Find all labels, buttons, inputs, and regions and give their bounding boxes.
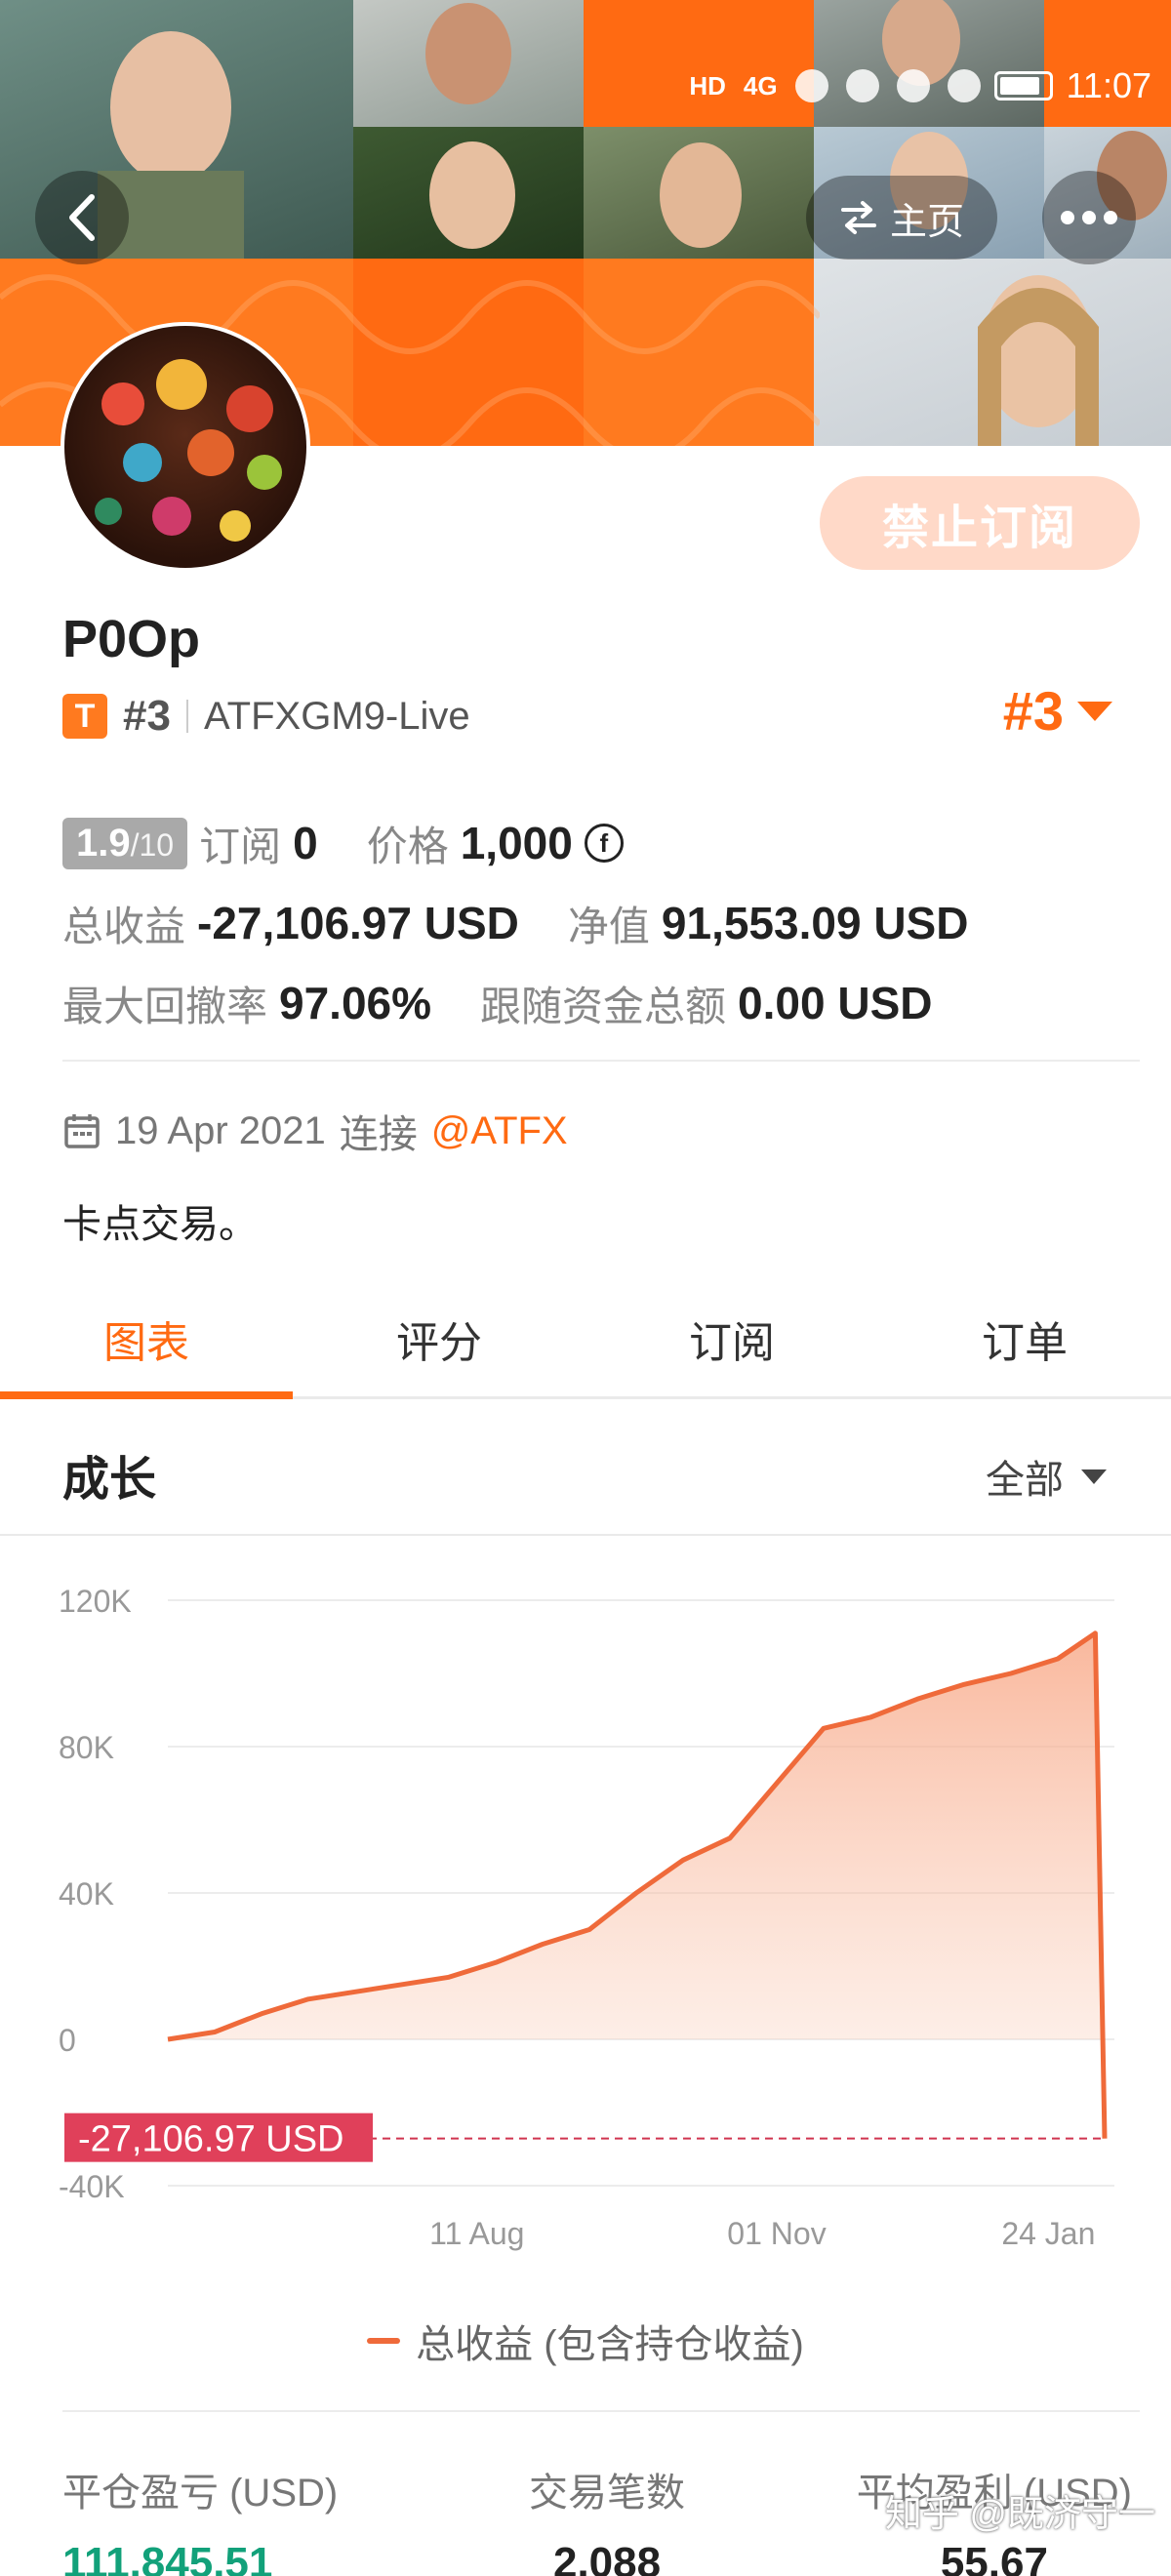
equity-label: 净值: [567, 903, 650, 949]
max-drawdown-value: 97.06%: [279, 978, 432, 1028]
x-tick-label: 01 Nov: [727, 2216, 826, 2251]
notification-icon: [794, 69, 828, 102]
rank-label: #3: [123, 692, 171, 740]
network-indicator: 4G: [743, 70, 778, 101]
more-dot: [1104, 211, 1117, 224]
growth-chart[interactable]: 120K 80K 40K 0 -40K 11 Aug 01 Nov 24 Jan -27,1…: [0, 1561, 1171, 2264]
calendar-icon: [64, 1114, 100, 1148]
range-select[interactable]: 全部: [986, 1448, 1107, 1505]
follow-funds-label: 跟随资金总额: [480, 983, 727, 1029]
banner-photo-8: [814, 259, 1171, 446]
current-value-label: -27,106.97 USD: [78, 2119, 344, 2160]
caret-down-icon: [1077, 701, 1112, 721]
closed-pl-label: 平仓盈亏 (USD): [62, 2472, 339, 2515]
y-tick-label: 120K: [59, 1584, 132, 1619]
rank-value: #3: [1002, 680, 1064, 742]
y-tick-label: 0: [59, 2023, 76, 2058]
divider: [62, 1060, 1140, 1062]
trader-name: P0Op: [62, 610, 201, 668]
trader-bio: 卡点交易。: [62, 1203, 258, 1246]
divider: [185, 700, 188, 733]
home-button-label: 主页: [889, 201, 964, 243]
hd-indicator: HD: [689, 70, 726, 101]
server-name: ATFXGM9-Live: [203, 694, 470, 738]
legend-label: 总收益 (包含持仓收益): [416, 2323, 804, 2366]
notification-icon: [845, 69, 879, 102]
max-drawdown-label: 最大回撤率: [62, 983, 268, 1029]
watermark: 知乎 @既济守一: [884, 2494, 1155, 2535]
tab-subscriptions[interactable]: 订阅: [586, 1280, 878, 1396]
series-area: [168, 1632, 1105, 2139]
join-date: 19 Apr 2021: [115, 1108, 326, 1152]
banner-photo-4: [353, 127, 584, 259]
closed-pl-stat: 平仓盈亏 (USD) 111,845.51: [62, 2461, 338, 2576]
stats-row: 总收益 -27,106.97 USD 净值 91,553.09 USD: [62, 892, 1132, 954]
follow-funds-value: 0.00 USD: [738, 978, 933, 1028]
chevron-left-icon: [69, 194, 95, 241]
disable-subscription-button[interactable]: 禁止订阅: [820, 476, 1140, 570]
stats-row: 最大回撤率 97.06% 跟随资金总额 0.00 USD: [62, 972, 1132, 1034]
subscriptions-value: 0: [293, 818, 318, 868]
y-tick-label: 80K: [59, 1730, 114, 1765]
y-tick-label: 40K: [59, 1876, 114, 1912]
equity-value: 91,553.09 USD: [661, 898, 969, 948]
switch-icon: [840, 201, 876, 234]
section-title: 成长: [62, 1454, 157, 1506]
broker-link[interactable]: @ATFX: [431, 1109, 568, 1153]
notification-icon: [896, 69, 930, 102]
total-profit-value: -27,106.97 USD: [197, 898, 519, 948]
chart-legend[interactable]: 总收益 (包含持仓收益): [0, 2313, 1171, 2369]
home-button[interactable]: 主页: [806, 176, 997, 260]
more-dot: [1082, 211, 1096, 224]
total-profit-label: 总收益: [62, 903, 186, 949]
back-button[interactable]: [35, 171, 129, 264]
closed-pl-value: 111,845.51: [62, 2539, 273, 2576]
tab-orders[interactable]: 订单: [878, 1280, 1171, 1396]
score-value: 1.9: [76, 821, 131, 865]
trades-value: 2,088: [552, 2539, 662, 2576]
trades-stat: 交易笔数 2,088: [529, 2461, 685, 2576]
price-label: 价格: [366, 823, 449, 869]
score-badge: 1.9/10: [62, 817, 188, 869]
score-max: /10: [130, 826, 175, 863]
coin-icon: f: [584, 824, 624, 863]
banner-photo-5: [584, 127, 814, 259]
range-select-value: 全部: [986, 1459, 1064, 1502]
x-tick-label: 11 Aug: [429, 2216, 524, 2251]
tab-rating[interactable]: 评分: [293, 1280, 586, 1396]
stats-row: 1.9/10 订阅 0 价格 1,000 f: [62, 812, 1132, 874]
battery-icon: [993, 71, 1053, 101]
connect-label: 连接: [339, 1113, 418, 1156]
join-info: 19 Apr 2021 连接 @ATFX: [62, 1103, 568, 1159]
legend-swatch: [367, 2338, 401, 2344]
more-button[interactable]: [1042, 171, 1136, 264]
tab-chart[interactable]: 图表: [0, 1280, 293, 1399]
price-value: 1,000: [460, 818, 573, 868]
status-bar: HD 4G 11:07: [410, 60, 1151, 111]
stats-block: 1.9/10 订阅 0 价格 1,000 f 总收益 -27,106.97 US…: [62, 812, 1132, 1052]
status-icons: HD 4G: [689, 69, 981, 102]
more-dot: [1061, 211, 1074, 224]
growth-section-header: 成长 全部: [0, 1405, 1171, 1536]
trades-label: 交易笔数: [529, 2472, 685, 2515]
divider: [62, 2410, 1140, 2412]
avatar[interactable]: [61, 322, 310, 572]
y-tick-label: -40K: [59, 2169, 125, 2204]
notification-icon: [947, 69, 981, 102]
caret-down-icon: [1081, 1469, 1107, 1484]
avg-profit-value: 55.67: [940, 2539, 1048, 2576]
trader-meta: T #3 ATFXGM9-Live: [62, 689, 470, 744]
clock: 11:07: [1066, 65, 1151, 105]
subscriptions-label: 订阅: [199, 823, 282, 869]
x-tick-label: 24 Jan: [1001, 2216, 1095, 2251]
tab-bar: 图表 评分 订阅 订单: [0, 1280, 1171, 1399]
rank-dropdown[interactable]: #3: [1003, 679, 1112, 743]
trader-type-badge: T: [62, 694, 107, 739]
